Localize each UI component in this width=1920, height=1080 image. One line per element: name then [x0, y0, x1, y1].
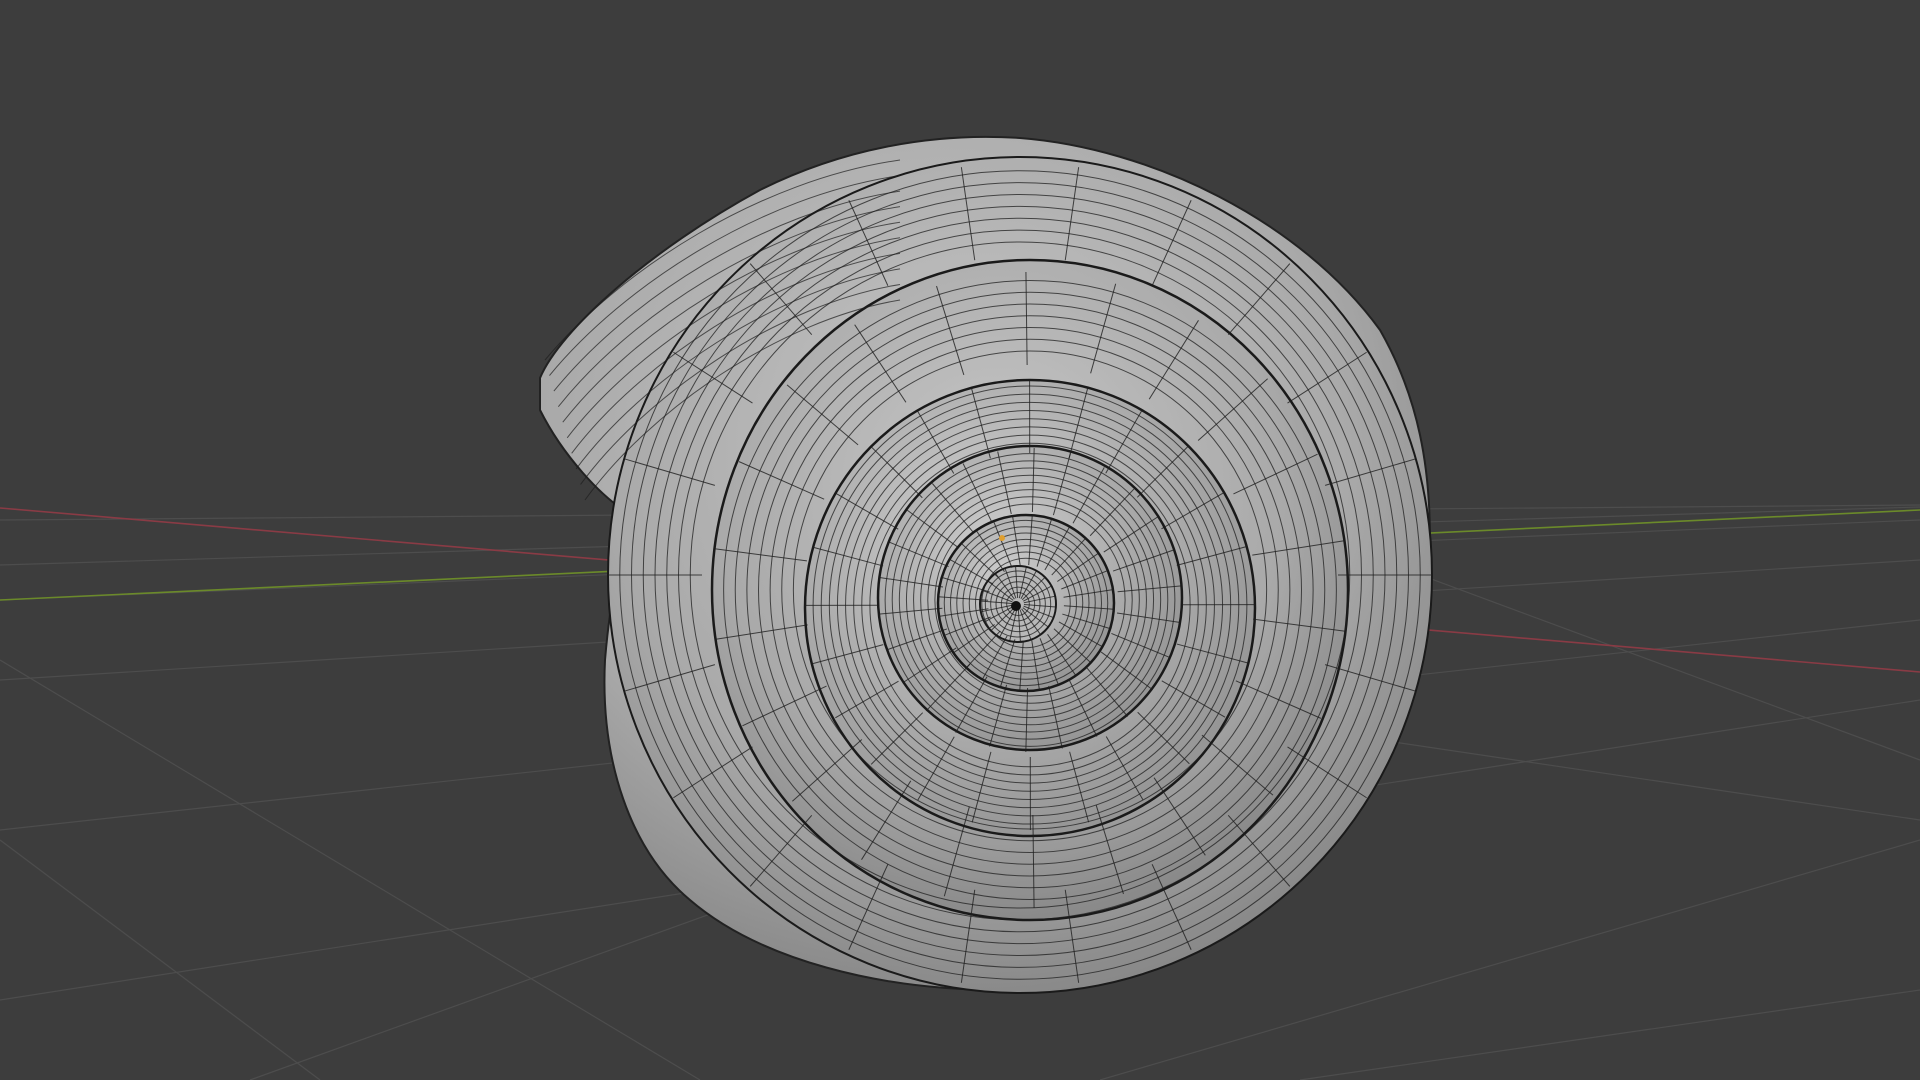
spiral-shell-mesh[interactable] [539, 135, 1433, 994]
apex-hole [1011, 601, 1021, 611]
3d-viewport[interactable] [0, 0, 1920, 1080]
origin-point [999, 535, 1005, 541]
viewport-canvas[interactable] [0, 0, 1920, 1080]
